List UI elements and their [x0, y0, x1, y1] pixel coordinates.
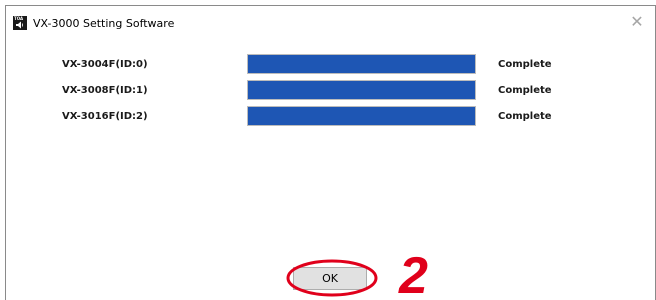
step-number: 2 — [398, 247, 428, 299]
speaker-icon — [16, 21, 23, 29]
highlight-circle — [286, 259, 378, 297]
close-button[interactable]: ✕ — [619, 6, 655, 38]
progress-bar — [247, 80, 476, 100]
progress-bar — [247, 54, 476, 74]
title-bar: TOA VX-3000 Setting Software ✕ — [6, 6, 655, 40]
close-icon: ✕ — [630, 12, 644, 31]
device-row: VX-3004F(ID:0) Complete — [6, 54, 655, 76]
highlight-ellipse — [286, 259, 378, 297]
device-name: VX-3008F(ID:1) — [62, 85, 148, 96]
progress-bar — [247, 106, 476, 126]
device-row: VX-3008F(ID:1) Complete — [6, 80, 655, 102]
step-number-annotation: 2 — [398, 247, 428, 299]
status-text: Complete — [498, 59, 552, 70]
device-name: VX-3004F(ID:0) — [62, 59, 148, 70]
device-row: VX-3016F(ID:2) Complete — [6, 106, 655, 128]
progress-fill — [248, 107, 475, 125]
progress-fill — [248, 55, 475, 73]
device-name: VX-3016F(ID:2) — [62, 111, 148, 122]
status-text: Complete — [498, 111, 552, 122]
app-icon: TOA — [13, 16, 27, 30]
window-title: VX-3000 Setting Software — [33, 17, 175, 30]
progress-fill — [248, 81, 475, 99]
status-text: Complete — [498, 85, 552, 96]
